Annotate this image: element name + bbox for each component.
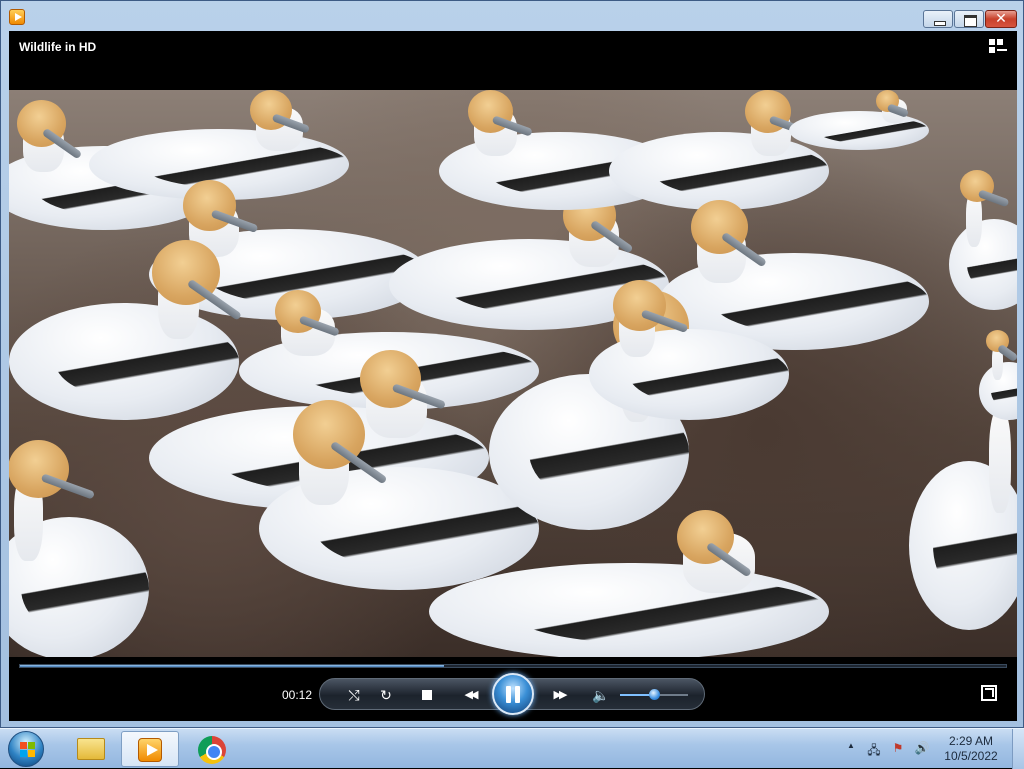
maximize-button[interactable] bbox=[954, 10, 984, 28]
stop-button[interactable] bbox=[418, 686, 436, 704]
elapsed-time: 00:12 bbox=[282, 688, 313, 702]
repeat-button[interactable]: ↻ bbox=[377, 686, 395, 704]
seek-bar[interactable] bbox=[19, 664, 1007, 668]
taskbar-google-chrome[interactable] bbox=[183, 731, 241, 767]
chevron-up-icon: ▲ bbox=[847, 741, 855, 750]
pause-icon bbox=[506, 686, 511, 703]
shuffle-icon: ⤭ bbox=[348, 687, 360, 703]
pause-button[interactable] bbox=[492, 673, 534, 715]
volume-thumb[interactable] bbox=[649, 689, 660, 700]
volume-tray-button[interactable]: 🔊 bbox=[914, 741, 930, 757]
shuffle-button[interactable]: ⤭ bbox=[345, 686, 363, 704]
windows-logo-icon bbox=[20, 742, 27, 749]
video-title: Wildlife in HD bbox=[19, 40, 97, 54]
fullscreen-button[interactable] bbox=[981, 685, 997, 701]
start-button[interactable] bbox=[8, 731, 44, 767]
seek-bar-progress bbox=[20, 665, 444, 667]
previous-button[interactable]: ◀◀ bbox=[456, 686, 484, 704]
title-bar[interactable]: ✕ bbox=[1, 1, 1023, 31]
media-player-window: ✕ Wildlife in HD 00:12 ⤭ ↻ ◀◀ ▶▶ 🔈 bbox=[0, 0, 1024, 728]
gannet bbox=[979, 330, 1017, 420]
clock-time: 2:29 AM bbox=[948, 734, 994, 748]
next-button[interactable]: ▶▶ bbox=[545, 686, 573, 704]
show-hidden-icons-button[interactable]: ▲ bbox=[843, 741, 859, 757]
switch-to-library-button[interactable] bbox=[989, 39, 1007, 55]
now-playing-area: Wildlife in HD 00:12 ⤭ ↻ ◀◀ ▶▶ 🔈 bbox=[9, 31, 1017, 721]
taskbar: ▲ 🖧 ⚑ 🔊 2:29 AM 10/5/2022 bbox=[0, 728, 1024, 769]
gannet bbox=[949, 170, 1017, 310]
windows-media-player-icon[interactable] bbox=[9, 9, 25, 25]
stop-icon bbox=[422, 690, 432, 700]
volume-icon: 🔊 bbox=[914, 741, 930, 755]
minimize-button[interactable] bbox=[923, 10, 953, 28]
rewind-icon: ◀◀ bbox=[464, 689, 479, 701]
gannet bbox=[9, 440, 149, 657]
gannet bbox=[589, 280, 789, 420]
media-player-icon bbox=[138, 738, 162, 762]
taskbar-windows-media-player[interactable] bbox=[121, 731, 179, 767]
speaker-icon: 🔈 bbox=[592, 687, 610, 703]
repeat-icon: ↻ bbox=[380, 687, 392, 703]
clock-date: 10/5/2022 bbox=[944, 749, 998, 763]
system-clock[interactable]: 2:29 AM 10/5/2022 bbox=[940, 734, 1002, 764]
action-center-icon: ⚑ bbox=[892, 741, 904, 755]
window-controls: ✕ bbox=[923, 10, 1017, 28]
show-desktop-button[interactable] bbox=[1012, 729, 1024, 769]
network-tray-button[interactable]: 🖧 bbox=[866, 741, 882, 757]
close-icon: ✕ bbox=[995, 10, 1007, 26]
taskbar-windows-explorer[interactable] bbox=[62, 731, 120, 767]
video-frame[interactable] bbox=[9, 90, 1017, 657]
switch-to-library-icon bbox=[989, 39, 995, 45]
network-icon: 🖧 bbox=[867, 743, 881, 757]
action-center-tray-button[interactable]: ⚑ bbox=[890, 741, 906, 757]
fast-forward-icon: ▶▶ bbox=[553, 689, 568, 701]
close-button[interactable]: ✕ bbox=[985, 10, 1017, 28]
gannet bbox=[429, 510, 829, 657]
gannet bbox=[789, 90, 929, 150]
folder-icon bbox=[77, 738, 105, 760]
playback-controls: ⤭ ↻ ◀◀ ▶▶ 🔈 bbox=[319, 673, 705, 715]
mute-button[interactable]: 🔈 bbox=[592, 686, 610, 704]
chrome-icon bbox=[198, 736, 226, 764]
volume-slider[interactable] bbox=[620, 689, 688, 700]
